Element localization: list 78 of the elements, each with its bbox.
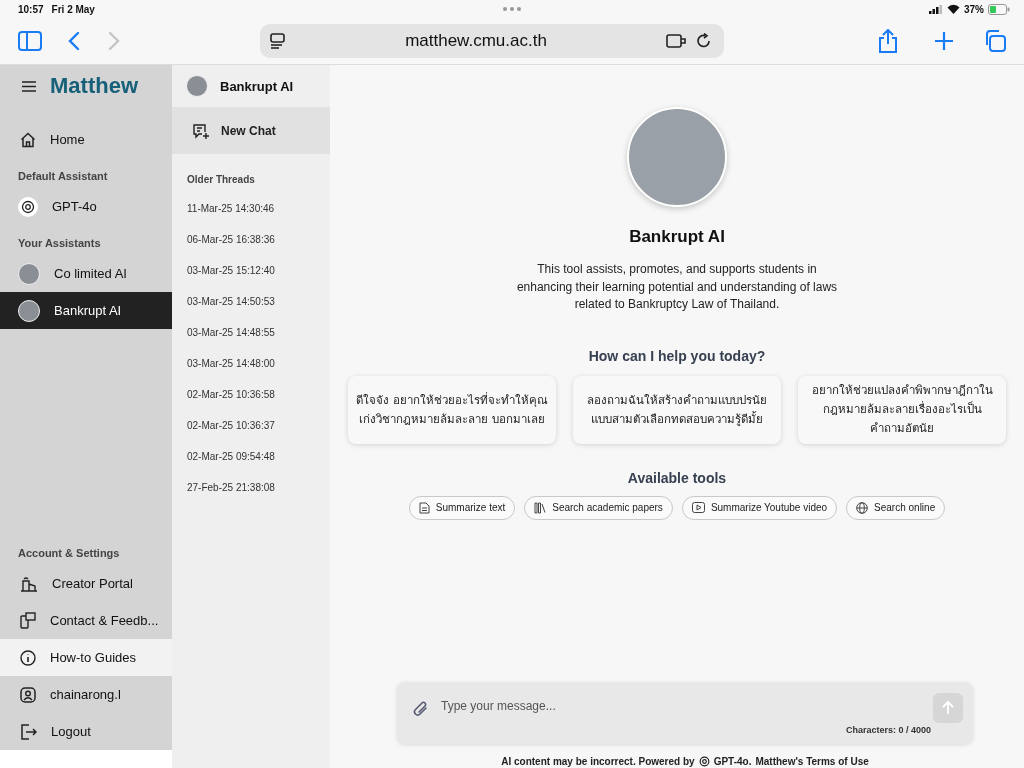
assistant-title: Bankrupt AI: [629, 227, 725, 247]
thread-item[interactable]: 06-Mar-25 16:38:36: [172, 224, 330, 255]
message-field[interactable]: Type your message...: [439, 698, 836, 714]
sidebar-item[interactable]: How-to Guides: [0, 639, 172, 676]
avatar-icon: [18, 262, 40, 285]
model-name: GPT-4o.: [713, 755, 752, 767]
paperclip-icon[interactable]: [413, 700, 429, 718]
share-icon[interactable]: [878, 29, 898, 53]
section-heading: Older Threads: [186, 173, 256, 187]
prompt-heading: How can I help you today?: [588, 347, 766, 364]
sidebar-item[interactable]: Co limited AI: [0, 255, 172, 292]
thread-item[interactable]: 27-Feb-25 21:38:08: [172, 472, 330, 503]
section-heading: Default Assistant: [17, 169, 109, 184]
page-menu-icon[interactable]: [270, 33, 286, 49]
disclaimer-text: AI content may be incorrect. Powered by: [501, 755, 695, 767]
tool-chip[interactable]: Summarize text: [408, 495, 516, 520]
thread-item[interactable]: 02-Mar-25 10:36:58: [172, 379, 330, 410]
url-text: matthew.cmu.ac.th: [404, 31, 548, 51]
globe-icon: [856, 501, 869, 514]
status-date: Fri 2 May: [51, 3, 95, 15]
document-icon: [418, 501, 430, 514]
thread-item[interactable]: 03-Mar-25 15:12:40: [172, 255, 330, 286]
building-icon: [20, 575, 38, 592]
arrow-up-icon: [942, 701, 954, 715]
suggestion-card[interactable]: ดีใจจัง อยากให้ช่วยอะไรที่จะทำให้คุณเก่งวิชากฎหมายล้มละลาย บอกมาเลย: [348, 375, 556, 444]
battery-icon: [988, 3, 1010, 15]
sidebar-toggle-icon[interactable]: [18, 31, 42, 51]
sidebar-item[interactable]: Bankrupt AI: [0, 292, 172, 329]
new-chat-icon: [193, 122, 209, 139]
logout-icon: [20, 723, 37, 740]
thread-item[interactable]: 03-Mar-25 14:48:00: [172, 348, 330, 379]
sidebar-item[interactable]: GPT-4o: [0, 188, 172, 225]
suggestion-card[interactable]: อยากให้ช่วยแปลงคำพิพากษาฎีกาในกฎหมายล้มละลายเรื่องอะไรเป็นคำถามอัตนัย: [798, 375, 1006, 444]
status-time: 10:57: [18, 3, 44, 15]
info-icon: [20, 649, 36, 666]
reload-icon[interactable]: [696, 33, 712, 49]
character-counter: Characters: 0 / 4000: [845, 725, 931, 735]
thread-item[interactable]: 03-Mar-25 14:48:55: [172, 317, 330, 348]
section-heading: Account & Settings: [17, 546, 121, 561]
tools-heading: Available tools: [627, 469, 727, 486]
avatar-icon: [18, 299, 40, 322]
plus-icon[interactable]: [934, 31, 954, 51]
extension-icon[interactable]: [666, 33, 686, 49]
books-icon: [534, 501, 547, 514]
assistant-name: Bankrupt AI: [220, 78, 294, 94]
thread-item[interactable]: 02-Mar-25 09:54:48: [172, 441, 330, 472]
ai-logo-icon: [18, 196, 38, 217]
thread-item[interactable]: 02-Mar-25 10:36:37: [172, 410, 330, 441]
section-heading: Your Assistants: [17, 236, 102, 251]
home-icon: [20, 131, 36, 148]
tabs-icon[interactable]: [984, 30, 1006, 52]
avatar-icon: [186, 75, 208, 97]
sidebar-item[interactable]: Logout: [0, 713, 172, 750]
new-chat-button[interactable]: New Chat: [172, 107, 330, 154]
sidebar-item[interactable]: Home: [0, 121, 172, 158]
video-icon: [691, 502, 705, 513]
app-logo[interactable]: Matthew: [50, 73, 138, 99]
signal-icon: [929, 4, 943, 14]
ai-logo-icon: [698, 755, 710, 767]
tool-chip[interactable]: Summarize Youtube video: [681, 495, 838, 520]
devices-icon: [20, 612, 36, 629]
sidebar-item[interactable]: chainarong.l: [0, 676, 172, 713]
multitask-dots-icon[interactable]: [503, 7, 521, 11]
thread-item[interactable]: 03-Mar-25 14:50:53: [172, 286, 330, 317]
back-icon[interactable]: [68, 31, 80, 51]
suggestion-card[interactable]: ลองถามฉันให้สร้างคำถามแบบปรนัยแบบสามตัวเลือกทดสอบความรู้ดีมั้ย: [573, 375, 781, 444]
assistant-description: This tool assists, promotes, and supports students in enhancing their learning potential and understanding of laws related to Bankruptcy Law of Thailand.: [515, 261, 839, 313]
wifi-icon: [947, 4, 960, 14]
sidebar-item[interactable]: Creator Portal: [0, 565, 172, 602]
battery-percent: 37%: [964, 3, 984, 15]
sidebar-item[interactable]: Contact & Feedb...: [0, 602, 172, 639]
thread-item[interactable]: 11-Mar-25 14:30:46: [172, 193, 330, 224]
tool-chip[interactable]: Search online: [846, 495, 946, 520]
address-bar[interactable]: matthew.cmu.ac.th: [260, 24, 724, 58]
user-icon: [20, 686, 36, 703]
tool-chip[interactable]: Search academic papers: [524, 495, 673, 520]
menu-icon[interactable]: [22, 80, 36, 92]
terms-link[interactable]: Matthew's Terms of Use: [755, 755, 869, 767]
